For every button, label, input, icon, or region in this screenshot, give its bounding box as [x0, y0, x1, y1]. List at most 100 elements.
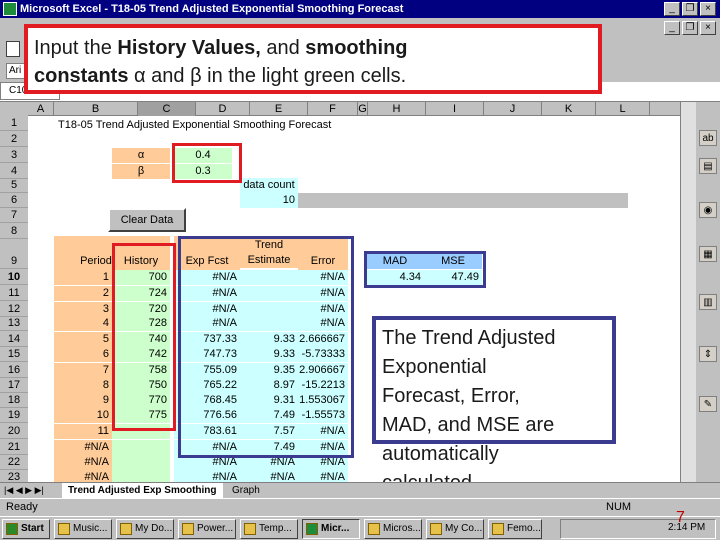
row-header[interactable]: 17: [0, 378, 28, 393]
calculation-callout: The Trend Adjusted Exponential Forecast,…: [372, 316, 616, 494]
doc-close-icon[interactable]: ×: [700, 21, 716, 35]
row-header[interactable]: 3: [0, 148, 28, 163]
clear-data-button[interactable]: Clear Data: [108, 208, 186, 232]
row-header[interactable]: 16: [0, 363, 28, 378]
scroll-icon[interactable]: ⇕: [699, 346, 717, 362]
windows-logo-icon: [6, 523, 18, 535]
row-header[interactable]: 21: [0, 440, 28, 455]
row-header[interactable]: 11: [0, 286, 28, 301]
row-header[interactable]: 18: [0, 393, 28, 408]
callout-text: Input the: [34, 37, 118, 59]
task-label: Power...: [197, 523, 234, 534]
close-icon[interactable]: ×: [700, 2, 716, 16]
minimize-icon[interactable]: _: [664, 2, 680, 16]
excel-app-icon[interactable]: [3, 2, 17, 16]
window-icon: [58, 523, 70, 535]
column-header[interactable]: A: [28, 102, 54, 116]
folder-icon: [368, 523, 380, 535]
column-header[interactable]: I: [426, 102, 484, 116]
data-count-label: data count: [240, 178, 298, 193]
row-header[interactable]: 12: [0, 302, 28, 317]
window-title-bar[interactable]: Microsoft Excel - T18-05 Trend Adjusted …: [0, 0, 720, 18]
task-label: Micros...: [383, 523, 421, 534]
column-header[interactable]: E: [250, 102, 308, 116]
period-cell: 7: [54, 363, 112, 378]
task-button[interactable]: Femo...: [488, 519, 542, 539]
status-num: NUM: [606, 501, 632, 513]
restore-icon[interactable]: ❐: [682, 2, 698, 16]
task-button[interactable]: My Co...: [426, 519, 484, 539]
column-header[interactable]: L: [596, 102, 650, 116]
folder-icon: [244, 523, 256, 535]
column-header[interactable]: F: [308, 102, 358, 116]
column-header[interactable]: B: [54, 102, 138, 116]
column-header-selected[interactable]: C: [138, 102, 196, 116]
sheet-tab-bar: |◀ ◀ ▶ ▶| Trend Adjusted Exp Smoothing G…: [0, 482, 720, 498]
callout-bold-history: History Values,: [117, 37, 261, 59]
period-cell: 2: [54, 286, 112, 301]
combo-icon[interactable]: ▥: [699, 294, 717, 310]
row-header[interactable]: 8: [0, 224, 28, 239]
folder-icon: [182, 523, 194, 535]
start-button[interactable]: Start: [2, 519, 50, 539]
task-button[interactable]: Power...: [178, 519, 236, 539]
row-header[interactable]: 20: [0, 424, 28, 439]
callout-line-1: Input the History Values, and smoothing: [34, 34, 592, 62]
row-header[interactable]: 15: [0, 347, 28, 362]
callout-line: Exponential: [382, 356, 487, 378]
doc-minimize-icon[interactable]: _: [664, 21, 680, 35]
callout-bold-smoothing: smoothing: [305, 37, 408, 59]
history-highlight: [112, 243, 176, 431]
ab-icon[interactable]: ab: [699, 130, 717, 146]
new-document-icon[interactable]: [6, 41, 20, 57]
row-header[interactable]: 1: [0, 116, 28, 131]
slide-number: 7: [676, 509, 685, 526]
start-label: Start: [21, 523, 44, 534]
task-button-active[interactable]: Micr...: [302, 519, 360, 539]
radio-icon[interactable]: ◉: [699, 202, 717, 218]
column-header[interactable]: J: [484, 102, 542, 116]
alpha-label: α: [112, 148, 170, 163]
column-header[interactable]: K: [542, 102, 596, 116]
callout-line-2: constants α and β in the light green cel…: [34, 62, 592, 90]
data-count-bar: [298, 193, 628, 208]
vertical-scrollbar[interactable]: [680, 102, 696, 482]
history-cell[interactable]: [112, 455, 170, 470]
computer-icon: [430, 523, 442, 535]
task-label: Music...: [73, 523, 108, 534]
period-cell: #N/A: [54, 455, 112, 470]
callout-bold-constants: constants: [34, 65, 129, 87]
period-cell: 9: [54, 393, 112, 408]
row-header[interactable]: 6: [0, 193, 28, 208]
task-button[interactable]: Temp...: [240, 519, 298, 539]
task-label: My Do...: [135, 523, 173, 534]
row-header[interactable]: 2: [0, 132, 28, 147]
row-header-selected[interactable]: 10: [0, 270, 28, 285]
grid-icon[interactable]: ▦: [699, 246, 717, 262]
tab-trend-adjusted[interactable]: Trend Adjusted Exp Smoothing: [62, 483, 223, 498]
row-header[interactable]: 14: [0, 332, 28, 347]
row-header[interactable]: 5: [0, 178, 28, 193]
properties-icon[interactable]: ✎: [699, 396, 717, 412]
column-header[interactable]: G: [358, 102, 368, 116]
task-label: My Co...: [445, 523, 483, 534]
doc-restore-icon[interactable]: ❐: [682, 21, 698, 35]
tab-scroll-icons[interactable]: |◀ ◀ ▶ ▶|: [4, 484, 60, 497]
tab-graph[interactable]: Graph: [226, 483, 266, 498]
row-header[interactable]: 13: [0, 316, 28, 331]
column-header[interactable]: H: [368, 102, 426, 116]
callout-text: and: [260, 37, 306, 59]
task-button[interactable]: Music...: [54, 519, 112, 539]
task-button[interactable]: Micros...: [364, 519, 422, 539]
history-cell[interactable]: [112, 440, 170, 455]
row-header[interactable]: 22: [0, 455, 28, 470]
list-icon[interactable]: ▤: [699, 158, 717, 174]
row-header[interactable]: 4: [0, 164, 28, 179]
column-header[interactable]: D: [196, 102, 250, 116]
clock: 2:14 PM: [668, 522, 706, 533]
row-header[interactable]: 9: [0, 254, 28, 269]
task-button[interactable]: My Do...: [116, 519, 174, 539]
alpha-beta-highlight: [172, 143, 242, 183]
row-header[interactable]: 19: [0, 408, 28, 423]
row-header[interactable]: 7: [0, 208, 28, 223]
